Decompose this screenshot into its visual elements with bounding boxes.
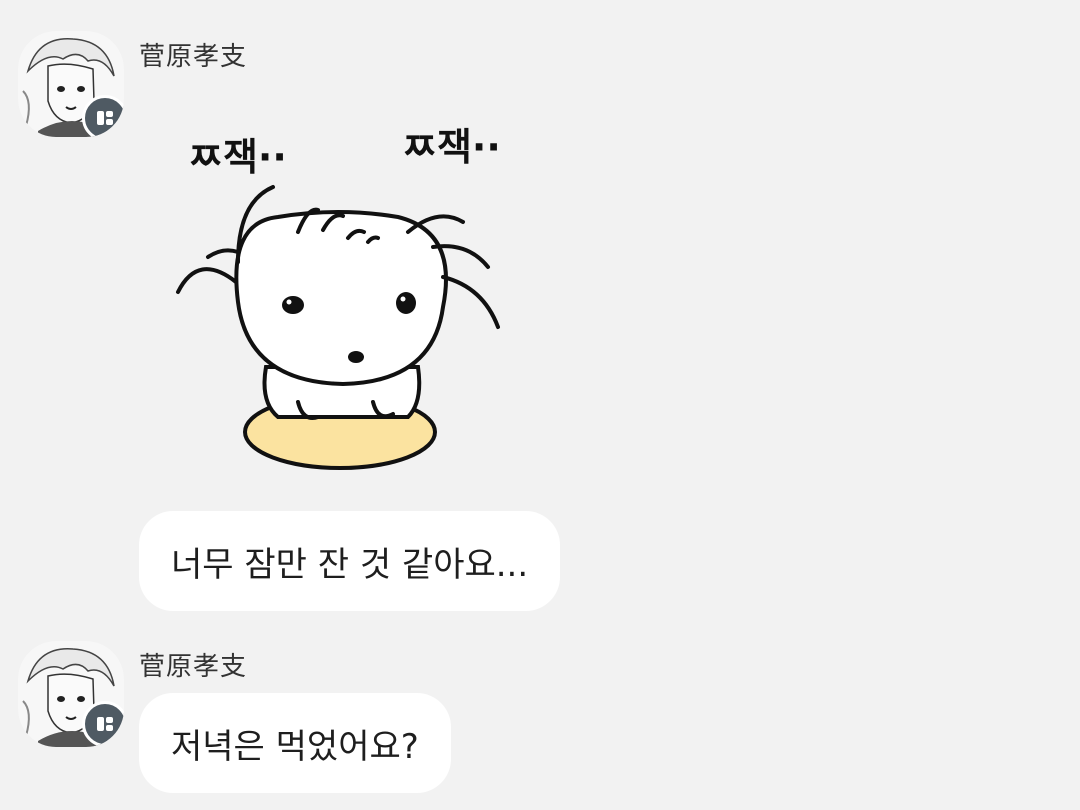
message-bubble[interactable]: 저녁은 먹었어요? bbox=[139, 693, 451, 793]
sticker-image[interactable]: ㅉ잭·· ㅉ잭·· bbox=[168, 112, 528, 486]
sender-name: 菅原孝支 bbox=[139, 652, 248, 682]
sticker-text-right: ㅉ잭·· bbox=[402, 125, 501, 169]
sender-name: 菅原孝支 bbox=[139, 42, 248, 72]
chat-app-icon bbox=[82, 701, 124, 747]
chat-app-icon bbox=[82, 95, 124, 137]
sticker-text-left: ㅉ잭·· bbox=[188, 135, 287, 179]
sender-avatar[interactable] bbox=[18, 641, 124, 747]
message-bubble[interactable]: 너무 잠만 잔 것 같아요... bbox=[139, 511, 561, 611]
sender-avatar[interactable] bbox=[18, 31, 124, 137]
message-text: 저녁은 먹었어요? bbox=[171, 726, 419, 767]
message-text: 너무 잠만 잔 것 같아요... bbox=[171, 544, 529, 585]
